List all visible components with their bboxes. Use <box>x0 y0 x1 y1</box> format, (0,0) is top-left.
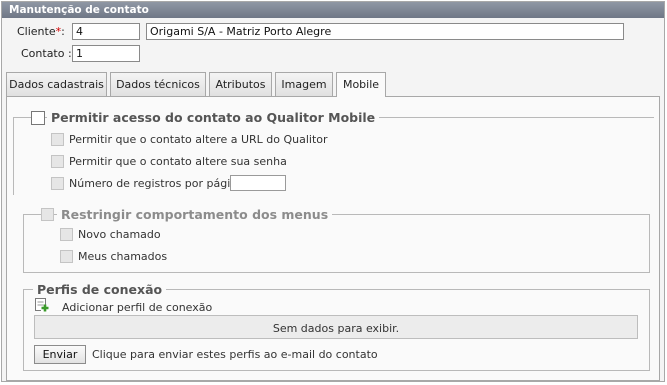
contact-maintenance-window: Manutenção de contato Cliente*: 4 Origam… <box>1 1 665 382</box>
menus-legend: Restringir comportamento dos menus <box>57 207 333 222</box>
records-per-page-checkbox[interactable] <box>51 177 64 190</box>
tab-dados-tecnicos[interactable]: Dados técnicos <box>110 72 206 96</box>
send-button[interactable]: Enviar <box>34 345 86 364</box>
allow-password-change-label: Permitir que o contato altere sua senha <box>69 155 287 168</box>
tab-imagem[interactable]: Imagem <box>275 72 333 96</box>
cliente-label: Cliente*: <box>17 25 65 38</box>
novo-chamado-label: Novo chamado <box>78 228 161 241</box>
contato-input[interactable]: 1 <box>72 45 140 62</box>
cliente-label-colon: : <box>61 25 65 38</box>
restrict-menus-checkbox[interactable] <box>41 208 54 221</box>
novo-chamado-checkbox[interactable] <box>60 228 73 241</box>
profiles-empty-grid: Sem dados para exibir. <box>34 315 638 339</box>
records-per-page-input[interactable] <box>230 175 286 191</box>
tab-atributos[interactable]: Atributos <box>209 72 272 96</box>
cliente-label-text: Cliente <box>17 25 56 38</box>
contato-label: Contato : <box>21 47 72 60</box>
meus-chamados-checkbox[interactable] <box>60 250 73 263</box>
send-hint: Clique para enviar estes perfis ao e-mai… <box>92 348 378 361</box>
add-profile-icon[interactable] <box>34 297 50 313</box>
cliente-id-input[interactable]: 4 <box>72 23 140 40</box>
mobile-access-checkbox[interactable] <box>31 111 45 125</box>
profiles-legend: Perfis de conexão <box>33 282 167 297</box>
tab-mobile[interactable]: Mobile <box>336 72 386 97</box>
tab-dados-cadastrais[interactable]: Dados cadastrais <box>6 72 107 96</box>
meus-chamados-label: Meus chamados <box>78 250 168 263</box>
allow-url-change-checkbox[interactable] <box>51 133 64 146</box>
records-per-page-label: Número de registros por página <box>69 177 245 190</box>
mobile-tab-panel: Permitir acesso do contato ao Qualitor M… <box>6 96 660 381</box>
cliente-name-input[interactable]: Origami S/A - Matriz Porto Alegre <box>146 23 624 40</box>
access-legend: Permitir acesso do contato ao Qualitor M… <box>47 110 380 125</box>
window-title: Manutenção de contato <box>2 2 664 18</box>
allow-url-change-label: Permitir que o contato altere a URL do Q… <box>69 133 328 146</box>
allow-password-change-checkbox[interactable] <box>51 155 64 168</box>
menus-fieldset <box>23 214 650 273</box>
add-profile-label[interactable]: Adicionar perfil de conexão <box>62 301 212 314</box>
